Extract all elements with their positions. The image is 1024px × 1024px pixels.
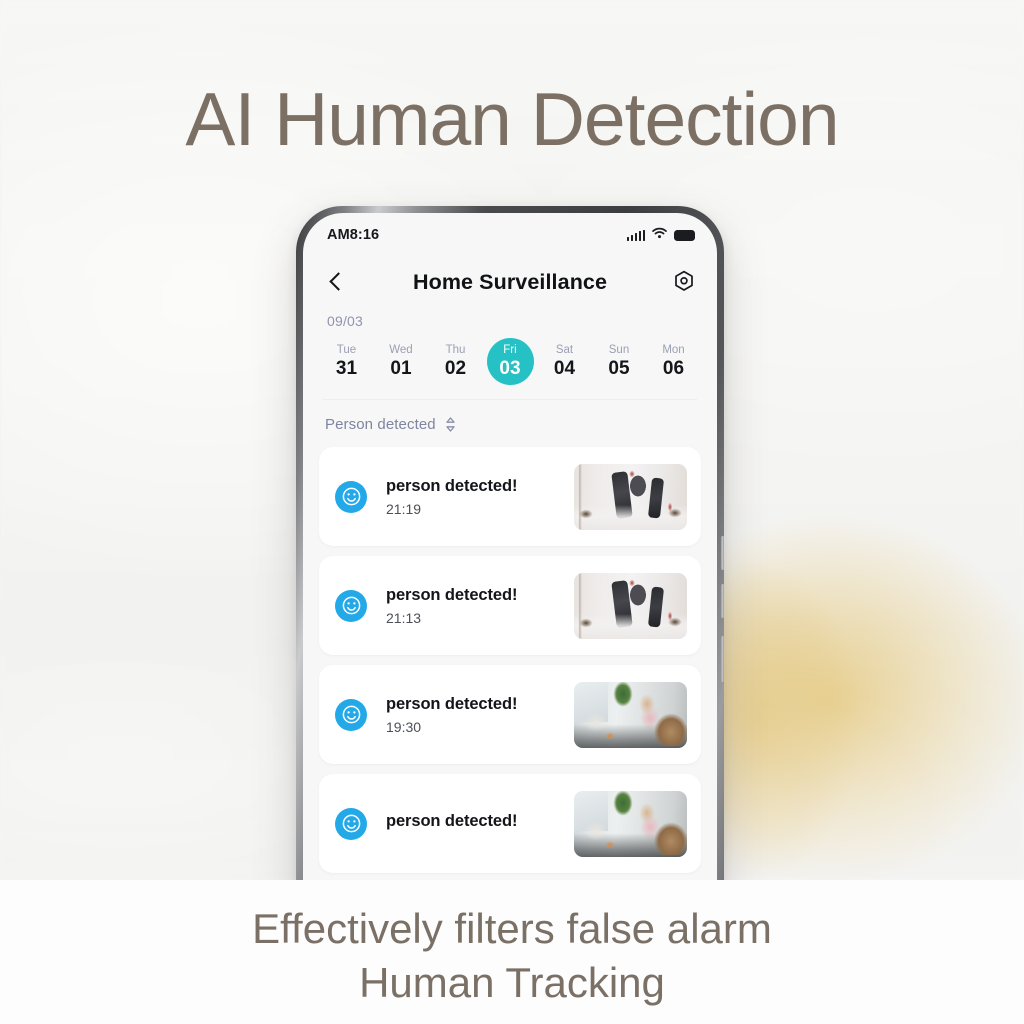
date-strip: 09/03 Tue 31 Wed 01 Thu 02 Fri 03 Sat 04… <box>303 307 717 385</box>
day-selector[interactable]: Tue 31 Wed 01 Thu 02 Fri 03 Sat 04 Sun 0… <box>319 329 701 385</box>
power-button[interactable] <box>721 636 724 682</box>
event-title: person detected! <box>386 476 518 495</box>
day-item-fri-selected[interactable]: Fri 03 <box>486 338 534 385</box>
event-list[interactable]: person detected! 21:19 person detected! <box>303 447 717 873</box>
event-title: person detected! <box>386 811 518 830</box>
nav-bar: Home Surveillance <box>303 257 717 307</box>
event-thumbnail[interactable] <box>574 572 687 639</box>
filter-dropdown[interactable]: Person detected <box>303 400 717 447</box>
day-weekday: Tue <box>336 344 357 356</box>
hex-gear-icon[interactable] <box>671 269 697 295</box>
wifi-icon <box>652 226 667 244</box>
event-card[interactable]: person detected! 19:30 <box>319 665 701 764</box>
event-thumbnail[interactable] <box>574 463 687 530</box>
smiley-face-icon <box>335 480 367 513</box>
day-weekday: Thu <box>445 344 466 356</box>
event-text: person detected! 19:30 <box>367 695 574 735</box>
day-number: 06 <box>662 358 685 379</box>
volume-up-button[interactable] <box>721 536 724 570</box>
sort-updown-icon <box>444 416 457 433</box>
event-card[interactable]: person detected! <box>319 774 701 873</box>
event-text: person detected! 21:13 <box>367 586 574 626</box>
day-item-wed[interactable]: Wed 01 <box>378 338 425 385</box>
caption-line-2: Human Tracking <box>359 959 665 1006</box>
event-time: 21:13 <box>386 609 422 626</box>
day-number: 02 <box>444 358 467 379</box>
event-thumbnail[interactable] <box>574 681 687 748</box>
event-thumbnail[interactable] <box>574 790 687 857</box>
day-weekday: Mon <box>662 344 685 356</box>
day-weekday: Sat <box>555 344 574 356</box>
smiley-face-icon <box>335 807 367 840</box>
event-text: person detected! 21:19 <box>367 477 574 517</box>
event-title: person detected! <box>386 694 518 713</box>
day-item-tue[interactable]: Tue 31 <box>323 338 370 385</box>
caption: Effectively filters false alarm Human Tr… <box>0 902 1024 1010</box>
status-clock: AM8:16 <box>327 227 380 243</box>
event-card[interactable]: person detected! 21:13 <box>319 556 701 655</box>
day-number: 05 <box>608 358 630 379</box>
event-text: person detected! <box>367 812 574 836</box>
status-bar: AM8:16 <box>303 213 717 257</box>
nav-title: Home Surveillance <box>412 269 608 294</box>
battery-icon <box>674 229 695 241</box>
day-item-thu[interactable]: Thu 02 <box>432 338 479 385</box>
smiley-face-icon <box>335 698 367 731</box>
day-weekday: Wed <box>389 344 413 356</box>
day-number: 31 <box>335 358 358 379</box>
day-weekday: Sun <box>608 344 630 356</box>
phone-screen: AM8:16 Home Surveillance 09/03 Tue 31 We… <box>303 213 717 906</box>
day-item-sun[interactable]: Sun 05 <box>596 338 643 385</box>
event-title: person detected! <box>386 585 518 604</box>
day-number: 04 <box>553 358 576 379</box>
day-item-sat[interactable]: Sat 04 <box>541 338 588 385</box>
day-item-mon[interactable]: Mon 06 <box>650 338 697 385</box>
caption-line-1: Effectively filters false alarm <box>252 905 772 952</box>
volume-down-button[interactable] <box>721 584 724 618</box>
event-time: 19:30 <box>386 718 422 735</box>
phone-mockup: AM8:16 Home Surveillance 09/03 Tue 31 We… <box>296 206 724 906</box>
page-title: AI Human Detection <box>185 77 839 161</box>
signal-icon <box>627 229 645 241</box>
filter-label: Person detected <box>325 416 436 433</box>
month-label: 09/03 <box>327 313 364 329</box>
smiley-face-icon <box>335 589 367 622</box>
event-time: 21:19 <box>386 500 422 517</box>
event-card[interactable]: person detected! 21:19 <box>319 447 701 546</box>
back-button[interactable] <box>325 271 347 293</box>
day-number: 03 <box>499 358 521 379</box>
status-icons <box>627 226 695 244</box>
day-number: 01 <box>390 358 412 379</box>
day-weekday: Fri <box>503 344 517 356</box>
